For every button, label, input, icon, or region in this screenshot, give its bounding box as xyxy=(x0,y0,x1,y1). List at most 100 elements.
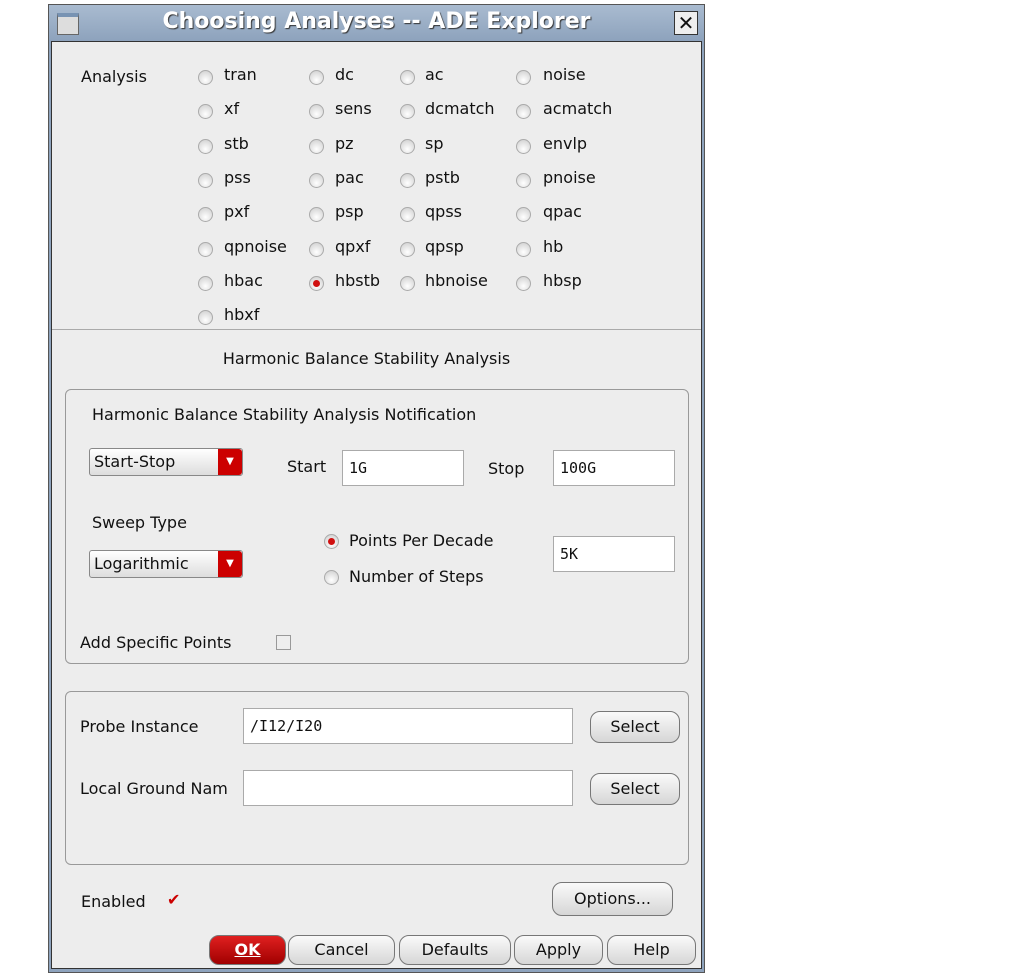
analysis-label-dcmatch: dcmatch xyxy=(425,99,495,119)
analysis-radio-qpnoise[interactable] xyxy=(198,241,213,257)
analysis-radio-hbac[interactable] xyxy=(198,275,213,291)
range-mode-select[interactable]: Start-Stop ▼ xyxy=(89,448,243,476)
analysis-radio-pnoise[interactable] xyxy=(516,172,531,188)
help-button[interactable]: Help xyxy=(607,935,696,965)
dialog-body: Analysis tran dc ac noise xf sens dcmatch acmat… xyxy=(51,41,702,969)
analysis-radio-pss[interactable] xyxy=(198,172,213,188)
options-button[interactable]: Options... xyxy=(552,882,673,916)
analysis-label-hbac: hbac xyxy=(224,270,263,290)
close-button[interactable]: ✕ xyxy=(674,11,698,35)
analysis-radio-hbsp[interactable] xyxy=(516,275,531,291)
analysis-label-ac: ac xyxy=(425,65,444,84)
analysis-label-sens: sens xyxy=(335,99,372,119)
analysis-label-pss: pss xyxy=(224,167,251,187)
probe-label: Probe Instance xyxy=(80,717,199,736)
analysis-radio-sp[interactable] xyxy=(400,138,415,154)
add-points-checkbox[interactable] xyxy=(276,635,291,650)
probe-select-button[interactable]: Select xyxy=(590,711,680,743)
analysis-label-pstb: pstb xyxy=(425,167,460,187)
number-of-steps-radio[interactable] xyxy=(324,570,339,585)
analysis-label-envlp: envlp xyxy=(543,133,588,153)
analysis-radio-tran[interactable] xyxy=(198,70,213,85)
analysis-label-qpss: qpss xyxy=(425,202,462,222)
analysis-radio-qpsp[interactable] xyxy=(400,241,415,257)
analysis-label-psp: psp xyxy=(335,202,364,222)
analysis-radio-psp[interactable] xyxy=(309,207,324,223)
points-per-decade-radio[interactable] xyxy=(324,534,339,549)
analysis-label-qpnoise: qpnoise xyxy=(224,236,287,256)
sweep-type-value: Logarithmic xyxy=(94,554,189,573)
start-label: Start xyxy=(287,457,327,476)
enabled-label: Enabled xyxy=(81,892,146,911)
analysis-radio-dcmatch[interactable] xyxy=(400,104,415,120)
analysis-label-acmatch: acmatch xyxy=(543,99,613,119)
analysis-radio-hb[interactable] xyxy=(516,241,531,257)
analysis-label-qpac: qpac xyxy=(543,202,582,222)
analysis-label-pac: pac xyxy=(335,167,364,187)
sweep-type-label: Sweep Type xyxy=(92,513,187,532)
analysis-label-tran: tran xyxy=(224,65,257,84)
analysis-radio-ac[interactable] xyxy=(400,70,415,85)
number-of-steps-label: Number of Steps xyxy=(349,567,484,586)
analysis-radio-qpxf[interactable] xyxy=(309,241,324,257)
stop-label: Stop xyxy=(488,459,525,478)
enabled-checkbox[interactable]: ✔ xyxy=(167,890,180,909)
analysis-label-hbsp: hbsp xyxy=(543,270,582,290)
chevron-down-icon: ▼ xyxy=(218,551,242,577)
analysis-radio-hbxf[interactable] xyxy=(198,310,213,326)
analysis-radio-pstb[interactable] xyxy=(400,172,415,188)
analysis-label-pnoise: pnoise xyxy=(543,167,596,187)
group-title: Harmonic Balance Stability Analysis Noti… xyxy=(92,405,477,424)
analysis-label-xf: xf xyxy=(224,99,240,119)
analysis-radio-hbnoise[interactable] xyxy=(400,275,415,291)
analysis-label-hbxf: hbxf xyxy=(224,305,260,325)
analysis-radio-xf[interactable] xyxy=(198,104,213,120)
analysis-label-hb: hb xyxy=(543,236,564,256)
analysis-label-sp: sp xyxy=(425,133,444,153)
analysis-radio-qpss[interactable] xyxy=(400,207,415,223)
window-title: Choosing Analyses -- ADE Explorer xyxy=(162,9,591,34)
analysis-radio-sens[interactable] xyxy=(309,104,324,120)
probe-group: Probe Instance /I12/I20 Select Local Gro… xyxy=(65,691,689,865)
defaults-button[interactable]: Defaults xyxy=(399,935,511,965)
sweep-type-select[interactable]: Logarithmic ▼ xyxy=(89,550,243,578)
analysis-label: Analysis xyxy=(81,67,147,86)
ok-button[interactable]: OK xyxy=(209,935,286,965)
analysis-label-noise: noise xyxy=(543,65,586,84)
points-per-decade-label: Points Per Decade xyxy=(349,531,494,550)
stop-input[interactable]: 100G xyxy=(553,450,675,486)
points-input[interactable]: 5K xyxy=(553,536,675,572)
cancel-button[interactable]: Cancel xyxy=(288,935,395,965)
analysis-radio-stb[interactable] xyxy=(198,138,213,154)
ground-input[interactable] xyxy=(243,770,573,806)
analysis-radio-dc[interactable] xyxy=(309,70,324,85)
chevron-down-icon: ▼ xyxy=(218,449,242,475)
start-input[interactable]: 1G xyxy=(342,450,464,486)
analysis-radio-pac[interactable] xyxy=(309,172,324,188)
analysis-radio-hbstb[interactable] xyxy=(309,275,324,291)
divider xyxy=(52,329,701,330)
analysis-radio-acmatch[interactable] xyxy=(516,104,531,120)
analysis-radio-pxf[interactable] xyxy=(198,207,213,223)
analysis-label-hbnoise: hbnoise xyxy=(425,270,488,290)
analysis-label-hbstb: hbstb xyxy=(335,270,381,290)
analysis-radio-envlp[interactable] xyxy=(516,138,531,154)
analysis-label-pxf: pxf xyxy=(224,202,250,222)
analysis-radio-noise[interactable] xyxy=(516,70,531,85)
dialog-window: Choosing Analyses -- ADE Explorer ✕ Anal… xyxy=(48,4,705,973)
apply-button[interactable]: Apply xyxy=(514,935,603,965)
analysis-label-qpxf: qpxf xyxy=(335,236,371,256)
range-mode-value: Start-Stop xyxy=(94,452,176,471)
analysis-label-stb: stb xyxy=(224,133,249,153)
analysis-label-dc: dc xyxy=(335,65,354,84)
probe-input[interactable]: /I12/I20 xyxy=(243,708,573,744)
sweep-group: Harmonic Balance Stability Analysis Noti… xyxy=(65,389,689,664)
analysis-radio-pz[interactable] xyxy=(309,138,324,154)
section-title: Harmonic Balance Stability Analysis xyxy=(222,349,511,368)
analysis-label-qpsp: qpsp xyxy=(425,236,464,256)
title-bar[interactable]: Choosing Analyses -- ADE Explorer ✕ xyxy=(49,5,704,40)
ground-select-button[interactable]: Select xyxy=(590,773,680,805)
analysis-radio-qpac[interactable] xyxy=(516,207,531,223)
ground-label: Local Ground Nam xyxy=(80,779,228,798)
add-points-label: Add Specific Points xyxy=(80,633,232,652)
